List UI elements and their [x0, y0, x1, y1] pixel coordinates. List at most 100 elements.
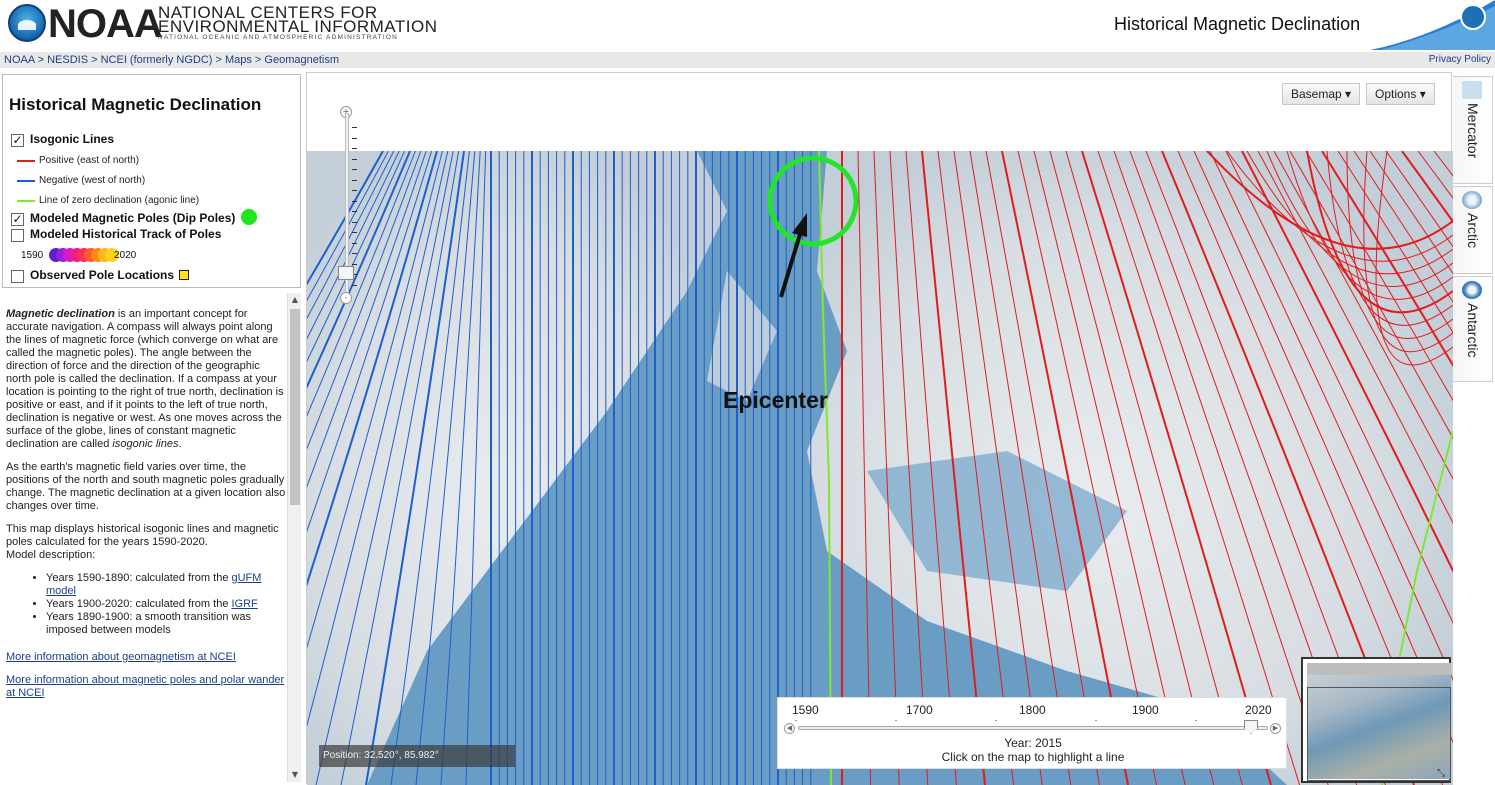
- model-item-3-text: Years 1890-1900: a smooth transition was…: [46, 611, 252, 636]
- map-frame: Basemap ▾ Options ▾ Epicenter + - Positi…: [306, 72, 1453, 785]
- slider-prev-icon[interactable]: ◀: [784, 723, 795, 734]
- zoom-tick: [352, 232, 357, 233]
- tab-arctic-label: Arctic: [1465, 213, 1481, 248]
- model-description-heading: Model description:: [6, 549, 96, 561]
- overview-map[interactable]: ⤡: [1301, 657, 1451, 783]
- overview-resize-icon[interactable]: ⤡: [1437, 769, 1447, 779]
- zoom-tick: [352, 190, 357, 191]
- isogonic-lines-checkbox[interactable]: ✓: [11, 134, 24, 147]
- slider-hint: Click on the map to highlight a line: [941, 750, 1125, 764]
- dip-poles-label: Modeled Magnetic Poles (Dip Poles): [30, 211, 236, 225]
- scroll-up-icon[interactable]: ▲: [290, 295, 300, 305]
- declination-map[interactable]: [307, 151, 1453, 785]
- zoom-tick: [352, 179, 357, 181]
- options-button[interactable]: Options ▾: [1366, 83, 1435, 105]
- track-start-year: 1590: [21, 250, 44, 261]
- doc-seal-icon[interactable]: [1460, 4, 1486, 30]
- agonic-line-swatch: [17, 200, 35, 202]
- description-paragraph-1: Magnetic declination is an important con…: [6, 308, 286, 451]
- desc-p1-text: is an important concept for accurate nav…: [6, 308, 284, 450]
- zoom-out-icon[interactable]: -: [340, 292, 352, 304]
- zoom-tick: [352, 263, 357, 265]
- observed-poles-label: Observed Pole Locations: [30, 268, 175, 282]
- breadcrumb: NOAA > NESDIS > NCEI (formerly NGDC) > M…: [0, 52, 1495, 68]
- slider-handle[interactable]: [1244, 720, 1258, 734]
- geomagnetism-info-link[interactable]: More information about geomagnetism at N…: [6, 651, 286, 664]
- description-panel: Magnetic declination is an important con…: [6, 308, 286, 778]
- tab-mercator-label: Mercator: [1465, 103, 1481, 159]
- scrollbar-thumb[interactable]: [290, 309, 300, 505]
- overview-extent-box[interactable]: [1307, 687, 1451, 781]
- list-item: Years 1900-2020: calculated from the IGR…: [46, 598, 286, 611]
- model-item-2-text: Years 1900-2020: calculated from the: [46, 598, 232, 610]
- zoom-slider-handle[interactable]: [338, 266, 354, 280]
- slider-next-icon[interactable]: ▶: [1270, 723, 1281, 734]
- time-slider: 1590 1700 1800 1900 2020 ◀ ▶ Year: 2015 …: [777, 697, 1287, 769]
- map-canvas[interactable]: Epicenter: [307, 151, 1453, 785]
- tab-antarctic[interactable]: Antarctic: [1453, 276, 1493, 382]
- historical-track-label: Modeled Historical Track of Poles: [30, 227, 222, 241]
- zoom-tick: [352, 158, 357, 160]
- track-end-year: 2020: [114, 250, 137, 261]
- slider-tick-1900: 1900: [1132, 703, 1159, 717]
- zoom-tick: [352, 211, 357, 212]
- slider-track[interactable]: [798, 726, 1268, 730]
- description-scrollbar[interactable]: ▲ ▼: [287, 293, 301, 782]
- tab-arctic[interactable]: Arctic: [1453, 186, 1493, 274]
- dip-pole-marker-icon: [241, 209, 257, 225]
- zoom-tick: [352, 242, 357, 244]
- epicenter-label: Epicenter: [723, 387, 828, 413]
- slider-year-label: Year: 2015: [1004, 736, 1062, 750]
- slider-tick-1700: 1700: [906, 703, 933, 717]
- tab-mercator[interactable]: Mercator: [1453, 76, 1493, 184]
- privacy-policy-link[interactable]: Privacy Policy: [1429, 52, 1491, 68]
- zoom-tick: [352, 137, 357, 139]
- arctic-globe-icon: [1462, 191, 1482, 209]
- left-panel: Historical Magnetic Declination ✓ Isogon…: [0, 72, 303, 784]
- zoom-tick: [352, 169, 357, 170]
- model-item-1-text: Years 1590-1890: calculated from the: [46, 572, 232, 584]
- zoom-tick: [352, 200, 357, 202]
- noaa-logo-icon[interactable]: [8, 4, 46, 42]
- slider-ruler: [795, 720, 1197, 721]
- tab-antarctic-label: Antarctic: [1465, 303, 1481, 358]
- agonic-line-label: Line of zero declination (agonic line): [39, 195, 200, 206]
- description-paragraph-3: This map displays historical isogonic li…: [6, 523, 279, 548]
- negative-line-swatch: [17, 180, 35, 182]
- site-header: NOAA NATIONAL CENTERS FOR ENVIRONMENTAL …: [0, 0, 1495, 52]
- ncei-name-line3: NATIONAL OCEANIC AND ATMOSPHERIC ADMINIS…: [158, 34, 398, 41]
- dip-poles-checkbox[interactable]: ✓: [11, 213, 24, 226]
- legend-box: Historical Magnetic Declination ✓ Isogon…: [2, 74, 301, 288]
- term-magnetic-declination: Magnetic declination: [6, 308, 115, 320]
- position-readout: Position: 32.520°, 85.982°: [319, 745, 515, 767]
- basemap-button[interactable]: Basemap ▾: [1282, 83, 1361, 105]
- page-title: Historical Magnetic Declination: [1114, 14, 1361, 34]
- overview-header: [1307, 663, 1451, 675]
- scroll-down-icon[interactable]: ▼: [290, 770, 300, 780]
- zoom-tick: [352, 148, 357, 149]
- slider-tick-1800: 1800: [1019, 703, 1046, 717]
- noaa-wordmark[interactable]: NOAA: [48, 2, 163, 47]
- slider-tick-1590: 1590: [792, 703, 819, 717]
- poles-info-link[interactable]: More information about magnetic poles an…: [6, 674, 286, 700]
- zoom-tick: [352, 127, 357, 128]
- term-isogonic-lines: isogonic lines: [112, 438, 179, 450]
- zoom-tick: [352, 284, 357, 286]
- isogonic-lines-label: Isogonic Lines: [30, 132, 115, 146]
- model-list: Years 1590-1890: calculated from the gUF…: [46, 572, 286, 637]
- mercator-icon: [1462, 81, 1482, 99]
- positive-line-swatch: [17, 160, 35, 162]
- breadcrumb-links[interactable]: NOAA > NESDIS > NCEI (formerly NGDC) > M…: [4, 54, 339, 66]
- list-item: Years 1890-1900: a smooth transition was…: [46, 611, 286, 637]
- observed-poles-checkbox[interactable]: [11, 270, 24, 283]
- projection-tabs: Mercator Arctic Antarctic: [1453, 72, 1495, 784]
- negative-line-label: Negative (west of north): [39, 175, 146, 186]
- description-paragraph-2: As the earth's magnetic field varies ove…: [6, 461, 286, 512]
- positive-line-label: Positive (east of north): [39, 155, 140, 166]
- zoom-tick: [352, 221, 357, 223]
- desc-p1-end: .: [178, 438, 182, 450]
- zoom-tick: [352, 253, 357, 254]
- igrf-link[interactable]: IGRF: [232, 598, 258, 610]
- historical-track-checkbox[interactable]: [11, 229, 24, 242]
- slider-tick-2020: 2020: [1245, 703, 1272, 717]
